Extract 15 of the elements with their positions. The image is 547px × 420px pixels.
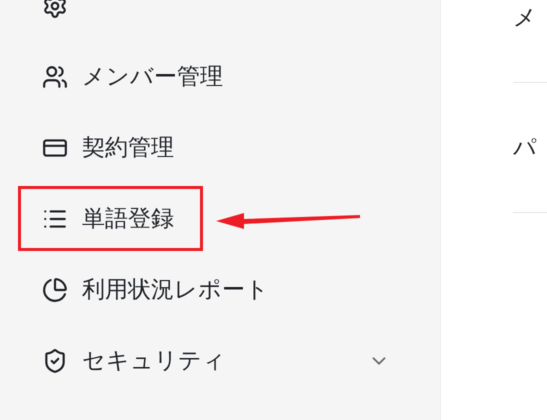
row-label: パ xyxy=(513,134,537,163)
sidebar-item-label: メンバー管理 xyxy=(82,63,223,92)
gear-icon xyxy=(42,0,68,18)
sidebar-item[interactable]: メンバー管理 xyxy=(18,44,252,109)
row-label: メ xyxy=(513,4,537,33)
sidebar-item[interactable]: 利用状況レポート xyxy=(18,257,298,322)
sidebar-item[interactable]: 契約管理 xyxy=(18,115,203,180)
pie-chart-icon xyxy=(42,276,68,302)
sidebar-item-label: 単語登録 xyxy=(82,205,174,234)
highlighted-sidebar-item[interactable]: 単語登録 xyxy=(18,186,203,251)
sidebar-item-label: 契約管理 xyxy=(82,134,174,163)
sidebar-item-label: 利用状況レポート xyxy=(82,276,269,305)
sidebar-item-label: セキュリティ xyxy=(82,347,226,376)
sidebar-item[interactable]: セキュリティ xyxy=(18,328,255,393)
users-icon xyxy=(42,64,68,90)
